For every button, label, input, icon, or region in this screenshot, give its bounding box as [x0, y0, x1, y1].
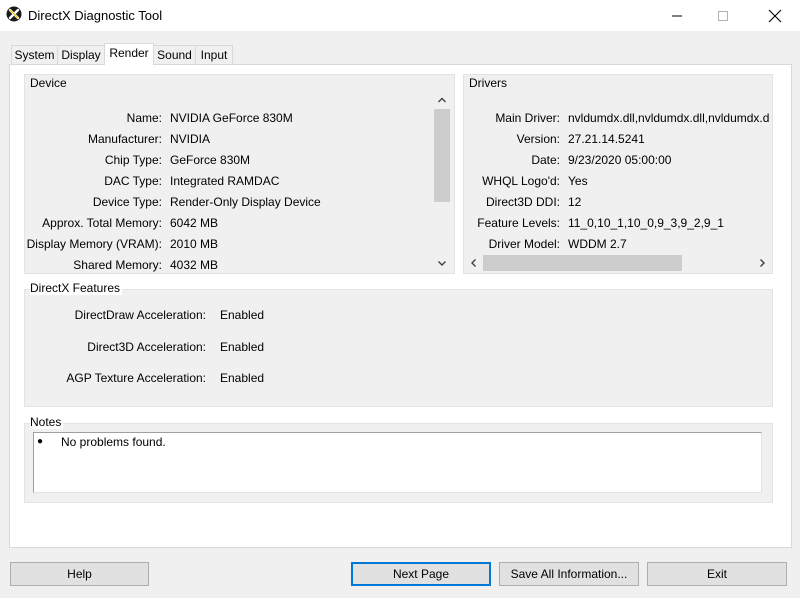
device-manufacturer-value: NVIDIA: [170, 132, 211, 146]
minimize-button[interactable]: [654, 0, 700, 31]
close-icon: [768, 9, 782, 22]
shared-memory-label: Shared Memory:: [73, 258, 162, 272]
bullet-icon: ●: [37, 436, 44, 447]
main-driver-value: nvldumdx.dll,nvldumdx.dll,nvldumdx.d: [568, 111, 770, 125]
driver-date-label: Date:: [531, 153, 560, 167]
tab-render[interactable]: Render: [104, 43, 154, 65]
device-dac-type-value: Integrated RAMDAC: [170, 174, 280, 188]
next-page-button[interactable]: Next Page: [351, 562, 491, 586]
maximize-button[interactable]: [700, 0, 746, 31]
maximize-icon: [718, 10, 728, 21]
direct3d-ddi-label: Direct3D DDI:: [485, 195, 560, 209]
scroll-down-button[interactable]: [433, 254, 451, 272]
direct3d-label: Direct3D Acceleration:: [87, 340, 206, 354]
directdraw-value: Enabled: [220, 308, 265, 322]
tab-sound[interactable]: Sound: [153, 45, 196, 64]
driver-version-label: Version:: [516, 132, 560, 146]
directdraw-label: DirectDraw Acceleration:: [74, 308, 206, 322]
driver-model-value: WDDM 2.7: [568, 237, 627, 251]
drivers-scroll-thumb[interactable]: [483, 255, 682, 271]
scroll-left-button[interactable]: [465, 254, 483, 272]
device-name-label: Name:: [126, 111, 162, 125]
shared-memory-value: 4032 MB: [170, 258, 219, 272]
chevron-up-icon: [438, 97, 446, 103]
chevron-right-icon: [760, 259, 765, 267]
window-title: DirectX Diagnostic Tool: [28, 8, 163, 23]
feature-levels-value: 11_0,10_1,10_0,9_3,9_2,9_1: [568, 216, 724, 230]
whql-label: WHQL Logo'd:: [482, 174, 560, 188]
device-chip-type-value: GeForce 830M: [170, 153, 251, 167]
main-driver-label: Main Driver:: [495, 111, 560, 125]
total-memory-label: Approx. Total Memory:: [42, 216, 162, 230]
notes-item: No problems found.: [61, 435, 166, 449]
agp-texture-label: AGP Texture Acceleration:: [66, 371, 206, 385]
device-type-label: Device Type:: [92, 195, 162, 209]
device-type-value: Render-Only Display Device: [170, 195, 321, 209]
chevron-down-icon: [438, 261, 446, 266]
display-memory-value: 2010 MB: [170, 237, 219, 251]
minimize-icon: [672, 15, 682, 16]
device-group-title: Device: [30, 76, 67, 90]
exit-button[interactable]: Exit: [647, 562, 787, 586]
whql-value: Yes: [568, 174, 588, 188]
save-all-information-button[interactable]: Save All Information...: [499, 562, 639, 586]
driver-model-label: Driver Model:: [488, 237, 560, 251]
tab-system[interactable]: System: [11, 45, 58, 64]
direct3d-value: Enabled: [220, 340, 265, 354]
help-button[interactable]: Help: [10, 562, 149, 586]
driver-date-value: 9/23/2020 05:00:00: [568, 153, 672, 167]
device-name-value: NVIDIA GeForce 830M: [170, 111, 293, 125]
device-manufacturer-label: Manufacturer:: [87, 132, 162, 146]
direct3d-ddi-value: 12: [568, 195, 582, 209]
agp-texture-value: Enabled: [220, 371, 265, 385]
close-button[interactable]: [752, 0, 798, 31]
drivers-group-title: Drivers: [469, 76, 507, 90]
display-memory-label: Display Memory (VRAM):: [26, 237, 162, 251]
tab-input[interactable]: Input: [195, 45, 233, 64]
directx-features-title: DirectX Features: [30, 281, 123, 295]
device-chip-type-label: Chip Type:: [104, 153, 162, 167]
feature-levels-label: Feature Levels:: [477, 216, 560, 230]
directx-logo-icon: [6, 6, 22, 22]
tab-display[interactable]: Display: [57, 45, 105, 64]
total-memory-value: 6042 MB: [170, 216, 219, 230]
scroll-right-button[interactable]: [753, 254, 771, 272]
scroll-up-button[interactable]: [433, 91, 451, 109]
driver-version-value: 27.21.14.5241: [568, 132, 645, 146]
chevron-left-icon: [471, 259, 476, 267]
device-dac-type-label: DAC Type:: [104, 174, 162, 188]
device-scroll-thumb[interactable]: [434, 109, 450, 202]
notes-title: Notes: [30, 415, 64, 429]
